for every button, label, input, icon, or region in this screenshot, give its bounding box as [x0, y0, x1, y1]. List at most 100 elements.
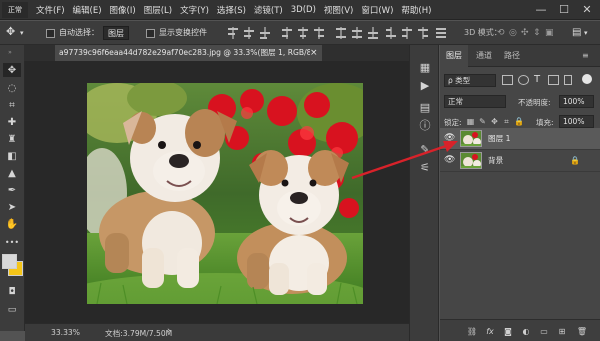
visibility-eye-icon[interactable]: 👁: [444, 133, 455, 144]
distribute-bottom-icon[interactable]: [368, 27, 378, 39]
show-transform-checkbox[interactable]: [146, 29, 155, 38]
menu-edit[interactable]: 编辑(E): [73, 4, 102, 16]
maximize-button[interactable]: ☐: [553, 2, 575, 17]
workspace-dropdown-icon[interactable]: ▾: [584, 26, 588, 40]
tool-preset-dropdown-icon[interactable]: ▾: [20, 26, 24, 40]
menu-type[interactable]: 文字(Y): [180, 4, 209, 16]
menu-layer[interactable]: 图层(L): [144, 4, 172, 16]
healing-brush-icon[interactable]: ✚: [3, 115, 21, 129]
trash-icon[interactable]: 🗑: [576, 326, 588, 337]
brush-settings-icon[interactable]: ✎: [418, 143, 432, 157]
properties-panel-icon[interactable]: ▤: [418, 101, 432, 115]
screen-mode-icon[interactable]: ▭: [3, 303, 21, 317]
filter-adjustment-icon[interactable]: [518, 75, 529, 85]
filter-pixel-icon[interactable]: [502, 75, 513, 85]
fx-icon[interactable]: fx: [484, 326, 496, 337]
distribute-right-icon[interactable]: [418, 27, 428, 39]
auto-select-checkbox[interactable]: [46, 29, 55, 38]
eraser-tool-icon[interactable]: ◧: [3, 149, 21, 163]
menu-3d[interactable]: 3D(D): [291, 5, 316, 15]
adjustment-icon[interactable]: ◐: [520, 326, 532, 337]
tab-paths[interactable]: 路径: [498, 45, 526, 67]
actions-panel-icon[interactable]: ▶: [418, 79, 432, 93]
close-document-icon[interactable]: ×: [310, 45, 322, 61]
menu-help[interactable]: 帮助(H): [401, 4, 431, 16]
align-left-icon[interactable]: [282, 27, 292, 39]
3d-pan-icon[interactable]: ✣: [521, 26, 529, 40]
layer-name[interactable]: 图层 1: [488, 133, 510, 144]
layer-row-layer1[interactable]: 👁 图层 1: [440, 128, 600, 150]
align-right-icon[interactable]: [314, 27, 324, 39]
menu-window[interactable]: 窗口(W): [361, 4, 393, 16]
lock-position-icon[interactable]: ✥: [490, 117, 499, 126]
3d-scale-icon[interactable]: ▣: [545, 26, 554, 40]
align-hcenter-icon[interactable]: [298, 27, 308, 39]
move-tool-icon[interactable]: ✥: [6, 25, 15, 39]
status-menu-arrow[interactable]: ›: [167, 326, 171, 336]
path-select-icon[interactable]: ➤: [3, 200, 21, 214]
3d-slide-icon[interactable]: ⇕: [533, 26, 541, 40]
close-window-button[interactable]: ✕: [576, 2, 598, 17]
lock-transparent-icon[interactable]: ▦: [466, 117, 475, 126]
distribute-hcenter-icon[interactable]: [402, 27, 412, 39]
filter-smart-object-icon[interactable]: [564, 75, 572, 85]
3d-roll-icon[interactable]: ◎: [509, 26, 517, 40]
foreground-color-swatch[interactable]: [2, 254, 17, 269]
history-panel-icon[interactable]: ▦: [418, 61, 432, 75]
lock-image-icon[interactable]: ✎: [478, 117, 487, 126]
auto-select-target-dropdown[interactable]: 图层: [103, 26, 129, 40]
menu-select[interactable]: 选择(S): [217, 4, 246, 16]
visibility-eye-icon[interactable]: 👁: [444, 155, 455, 166]
filter-shape-icon[interactable]: [548, 75, 559, 85]
layer-row-background[interactable]: 👁 背景 🔒: [440, 150, 600, 172]
tab-channels[interactable]: 通道: [470, 45, 498, 67]
menu-filter[interactable]: 滤镜(T): [254, 4, 283, 16]
info-panel-icon[interactable]: ⓘ: [418, 119, 432, 133]
link-icon[interactable]: ⛓: [466, 326, 478, 337]
move-tool-icon[interactable]: ✥: [3, 63, 21, 77]
layer-name[interactable]: 背景: [488, 155, 503, 166]
3d-orbit-icon[interactable]: ⟲: [497, 26, 505, 40]
lock-all-icon[interactable]: 🔒: [514, 117, 524, 126]
filter-type-icon[interactable]: T: [534, 74, 540, 85]
distribute-left-icon[interactable]: [386, 27, 396, 39]
auto-align-icon[interactable]: [436, 27, 446, 39]
more-tools-icon[interactable]: •••: [3, 235, 21, 249]
menu-view[interactable]: 视图(V): [324, 4, 353, 16]
workspace-badge[interactable]: 正常: [2, 1, 28, 18]
blur-tool-icon[interactable]: ▲: [3, 166, 21, 180]
lock-artboard-icon[interactable]: ⌗: [502, 117, 511, 126]
document-tab[interactable]: a97739c96f6eaa44d782e29af70ec283.jpg @ 3…: [55, 45, 310, 61]
distribute-top-icon[interactable]: [336, 27, 346, 39]
hand-tool-icon[interactable]: ✋: [3, 217, 21, 231]
fill-input[interactable]: 100%: [559, 115, 594, 128]
filter-toggle-icon[interactable]: [582, 74, 592, 84]
layers-panel: 图层 通道 路径 ≡ ρ 类型 T 正常 不透明度: 100% 锁定: ▦ ✎ …: [440, 45, 600, 341]
lasso-tool-icon[interactable]: ◌: [3, 81, 21, 95]
tab-layers[interactable]: 图层: [440, 45, 468, 67]
align-bottom-icon[interactable]: [260, 27, 270, 39]
blend-mode-dropdown[interactable]: 正常: [444, 95, 506, 108]
align-top-icon[interactable]: [228, 27, 238, 39]
panel-menu-icon[interactable]: ≡: [582, 45, 589, 67]
toolbar-collapse-icon[interactable]: »: [1, 49, 19, 56]
crop-tool-icon[interactable]: ⌗: [3, 98, 21, 112]
menu-image[interactable]: 图像(I): [110, 4, 136, 16]
align-vcenter-icon[interactable]: [244, 27, 254, 39]
workspace-icon[interactable]: ▤: [572, 26, 581, 40]
mask-icon[interactable]: ◙: [502, 326, 514, 337]
group-icon[interactable]: ▭: [538, 326, 550, 337]
puppies-photo[interactable]: [87, 83, 363, 304]
adjustments-panel-icon[interactable]: ⚟: [418, 161, 432, 175]
menu-file[interactable]: 文件(F): [36, 4, 65, 16]
opacity-input[interactable]: 100%: [559, 95, 594, 108]
quick-mask-icon[interactable]: ◘: [3, 285, 21, 299]
minimize-button[interactable]: —: [530, 2, 552, 17]
zoom-readout[interactable]: 33.33%: [51, 328, 80, 337]
distribute-vcenter-icon[interactable]: [352, 27, 362, 39]
panel-tab-strip: 图层 通道 路径 ≡: [440, 45, 600, 67]
new-layer-icon[interactable]: ⊞: [556, 326, 568, 337]
layer-filter-dropdown[interactable]: ρ 类型: [444, 74, 496, 87]
clone-stamp-icon[interactable]: ♜: [3, 132, 21, 146]
pen-tool-icon[interactable]: ✒: [3, 183, 21, 197]
